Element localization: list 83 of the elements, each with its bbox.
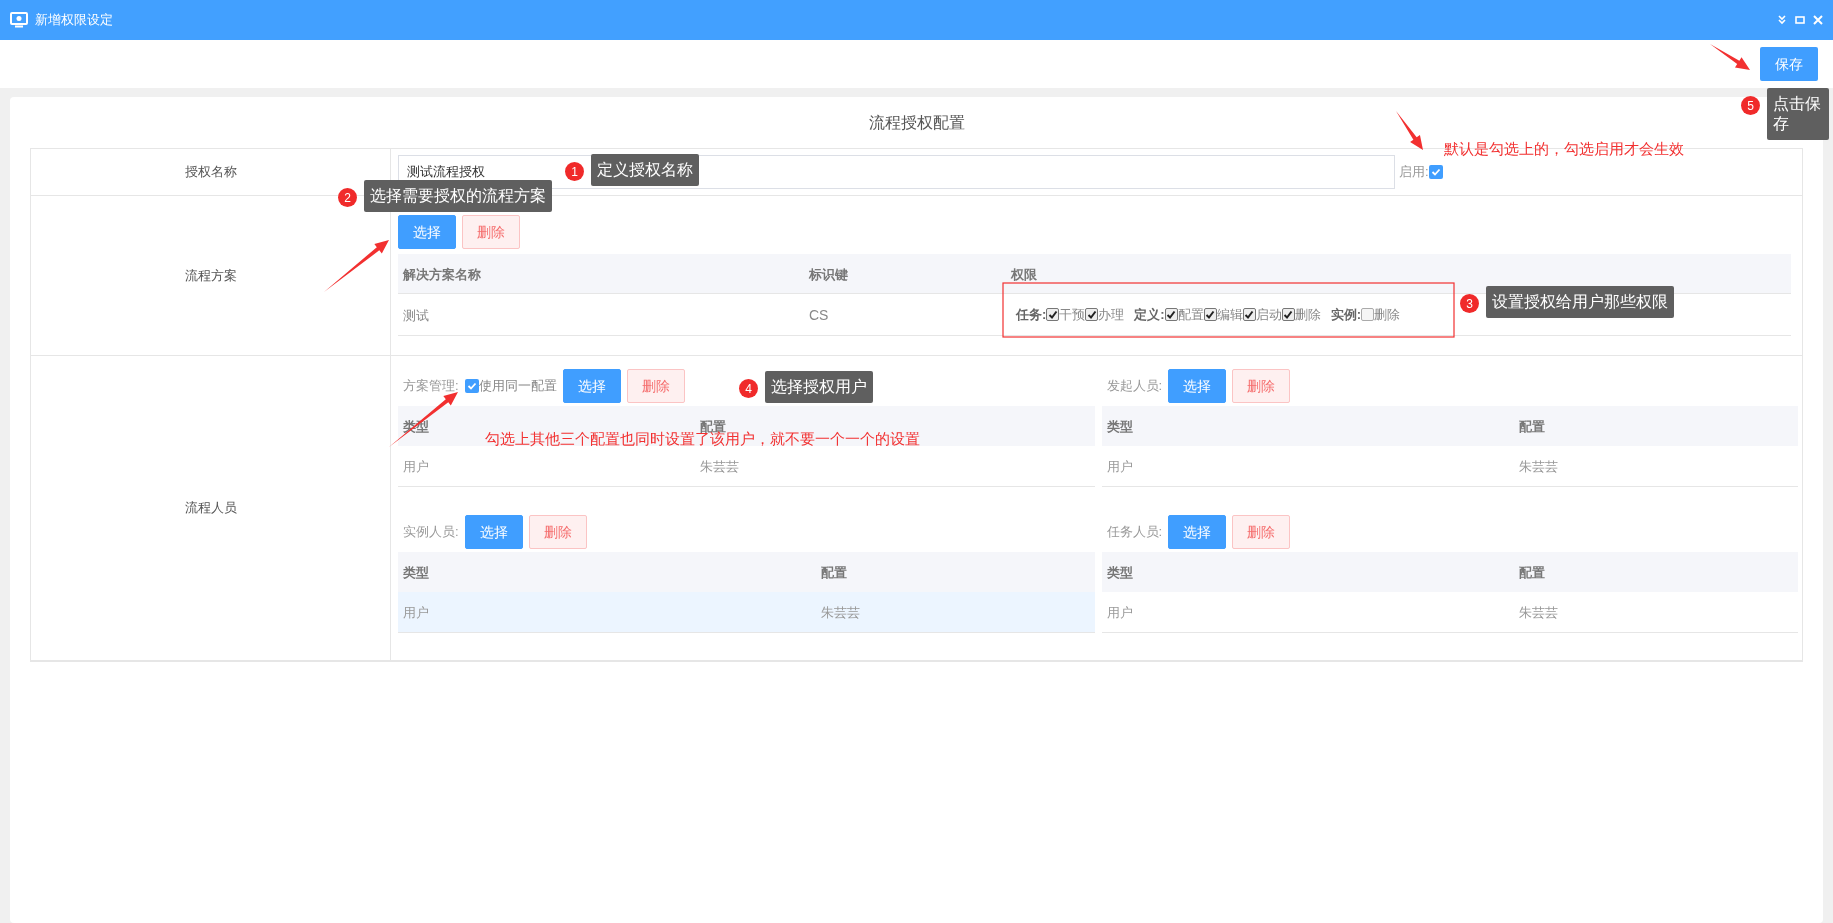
permission-group-label: 实例: (1330, 305, 1362, 324)
enabled-label: 启用: (1399, 163, 1429, 182)
checkbox[interactable] (464, 379, 479, 393)
check-icon (1430, 167, 1441, 177)
check-icon (1166, 309, 1177, 320)
save-button[interactable]: 保存 (1760, 47, 1818, 81)
maximize-icon[interactable] (1795, 15, 1805, 25)
checkbox[interactable] (1203, 308, 1217, 321)
column-header: 配置 (821, 565, 847, 580)
field-label: 授权名称 (184, 163, 237, 182)
callout: 设置授权给用户那些权限 (1486, 286, 1674, 318)
panel-label: 发起人员: (1106, 377, 1163, 396)
permission-label: 删除 (1294, 305, 1321, 324)
panel-label: 任务人员: (1106, 523, 1163, 542)
check-icon (1244, 309, 1255, 320)
column-header: 配置 (1518, 419, 1545, 434)
select-button[interactable]: 选择 (1168, 369, 1227, 403)
checkbox[interactable] (1085, 308, 1099, 321)
table-cell: 测试 (403, 307, 429, 323)
check-icon (1283, 309, 1294, 320)
window-title: 新增权限设定 (35, 11, 113, 30)
checkbox[interactable] (1242, 308, 1256, 321)
check-icon (466, 381, 477, 391)
table-cell: 朱芸芸 (1518, 605, 1558, 620)
check-icon (1205, 309, 1216, 320)
field-label: 流程人员 (184, 499, 237, 518)
collapse-icon[interactable] (1777, 15, 1787, 25)
table-cell: 用户 (403, 605, 429, 620)
delete-button[interactable]: 删除 (528, 515, 587, 549)
table-cell: CS (809, 306, 829, 323)
column-header: 解决方案名称 (403, 266, 481, 282)
checkbox[interactable] (1281, 308, 1295, 321)
callout: 选择需要授权的流程方案 (364, 180, 552, 212)
delete-button[interactable]: 删除 (1232, 515, 1291, 549)
select-button[interactable]: 选择 (398, 215, 456, 249)
check-icon (1086, 309, 1097, 320)
form-title: 流程授权配置 (868, 112, 965, 133)
callout: 定义授权名称 (591, 154, 699, 186)
check-icon (1047, 309, 1058, 320)
permission-group-label: 定义: (1134, 305, 1165, 324)
delete-button[interactable]: 删除 (626, 369, 685, 403)
select-button[interactable]: 选择 (1168, 515, 1227, 549)
panel-label: 方案管理: (403, 377, 459, 396)
checkbox[interactable] (1046, 308, 1060, 321)
annotation-note: 勾选上其他三个配置也同时设置了该用户，就不要一个一个的设置 (485, 431, 920, 447)
column-header: 权限 (1011, 266, 1037, 282)
table-cell: 朱芸芸 (821, 605, 860, 620)
monitor-icon (10, 12, 28, 28)
checkbox[interactable] (1361, 308, 1375, 321)
select-button[interactable]: 选择 (464, 515, 523, 549)
permission-label: 配置 (1177, 305, 1204, 324)
callout: 选择授权用户 (765, 371, 873, 403)
column-header: 配置 (1518, 565, 1545, 580)
column-header: 类型 (1106, 565, 1133, 580)
callout: 点击保存 (1767, 88, 1829, 140)
table-cell: 朱芸芸 (700, 459, 739, 474)
arrow (1710, 44, 1750, 70)
column-header: 类型 (1106, 419, 1133, 434)
permission-label: 删除 (1374, 305, 1401, 324)
table-row[interactable]: 用户 朱芸芸 (398, 592, 1095, 633)
permission-group-label: 任务: (1016, 305, 1047, 324)
checkbox[interactable] (1164, 308, 1178, 321)
checkbox-label: 使用同一配置 (478, 377, 557, 396)
select-button[interactable]: 选择 (562, 369, 621, 403)
field-label: 流程方案 (184, 266, 237, 285)
permission-label: 办理 (1098, 305, 1125, 324)
table-cell: 朱芸芸 (1518, 459, 1558, 474)
panel-label: 实例人员: (403, 523, 459, 542)
checkbox[interactable] (1428, 165, 1443, 179)
permission-label: 启动 (1255, 305, 1282, 324)
table-cell: 用户 (1106, 605, 1133, 620)
column-header: 配置 (700, 419, 726, 434)
arrow (1396, 111, 1423, 150)
delete-button[interactable]: 删除 (462, 215, 520, 249)
close-icon[interactable] (1813, 15, 1823, 25)
permission-label: 干预 (1059, 305, 1086, 324)
annotation-note: 默认是勾选上的，勾选启用才会生效 (1444, 141, 1684, 157)
delete-button[interactable]: 删除 (1232, 369, 1291, 403)
table-cell: 用户 (403, 459, 429, 474)
permission-label: 编辑 (1216, 305, 1243, 324)
table-cell: 用户 (1106, 459, 1133, 474)
column-header: 类型 (403, 565, 429, 580)
column-header: 标识键 (809, 266, 848, 282)
